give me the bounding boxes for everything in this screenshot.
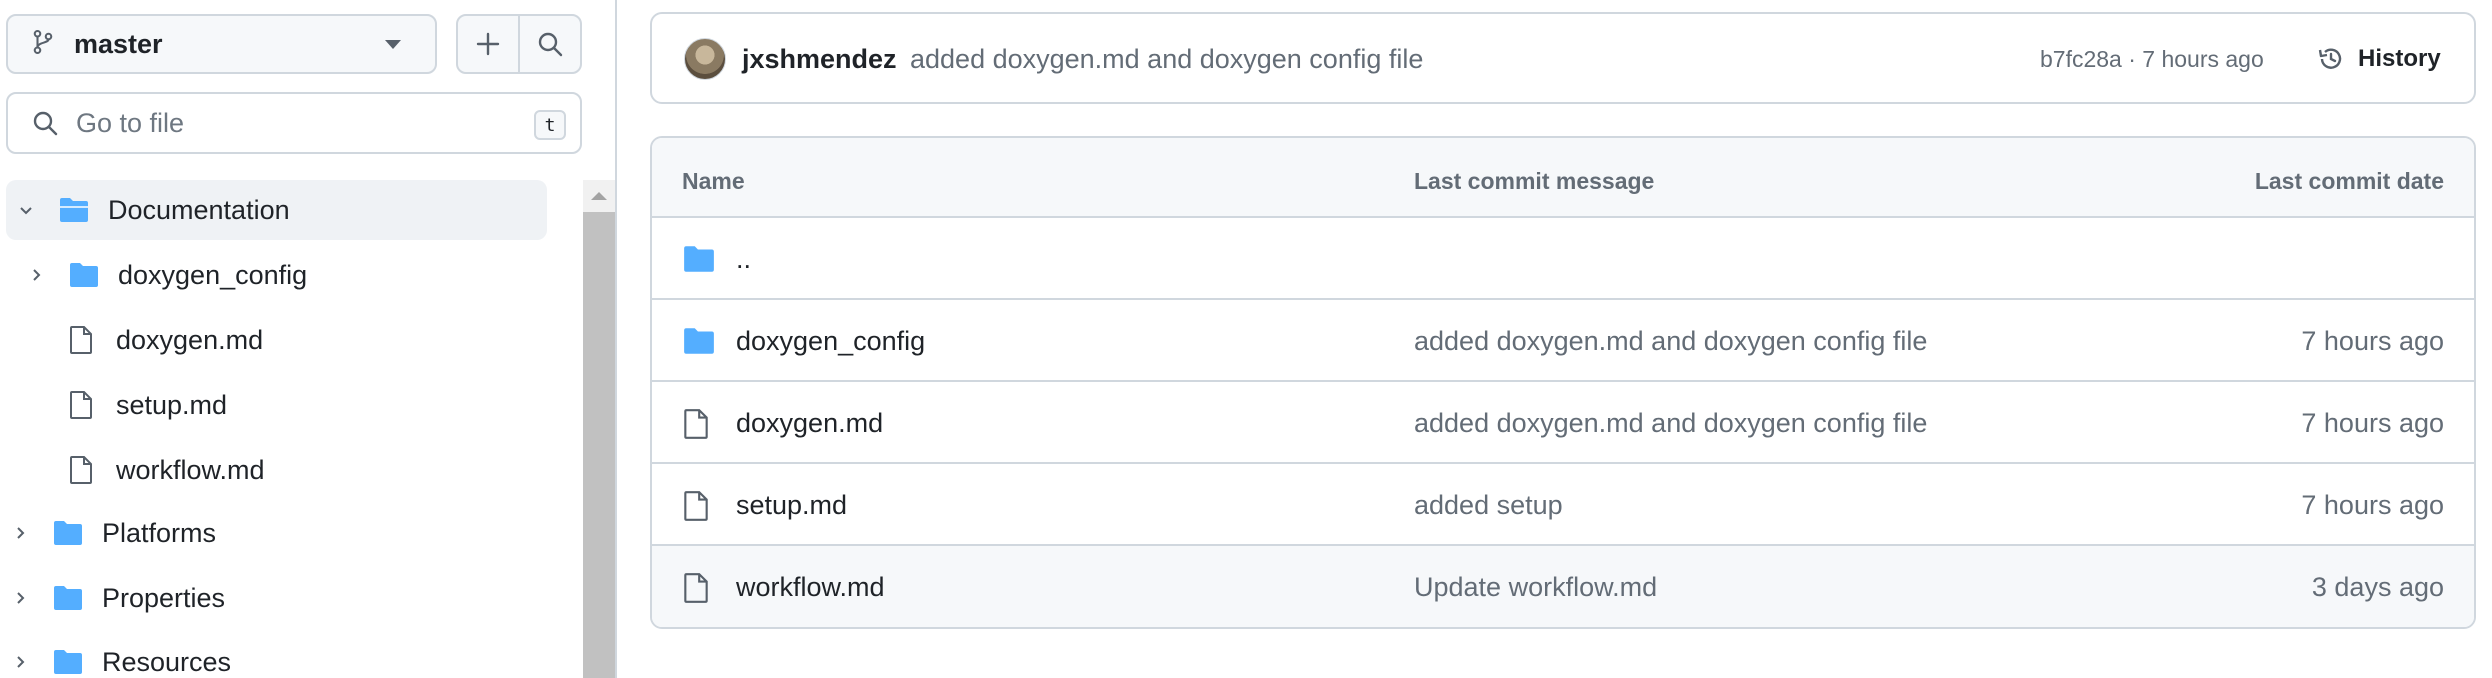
tree-item-label: Platforms (102, 517, 217, 548)
table-row[interactable]: workflow.md Update workflow.md 3 days ag… (652, 546, 2474, 627)
file-icon (682, 490, 710, 527)
branch-selector-button[interactable]: master (6, 14, 437, 74)
commit-message[interactable]: added doxygen.md and doxygen config file (910, 44, 1423, 75)
file-icon (68, 455, 94, 485)
tree-item-label: setup.md (116, 389, 228, 420)
folder-icon (68, 261, 100, 289)
history-label: History (2358, 45, 2441, 72)
chevron-down-icon[interactable] (16, 200, 36, 220)
row-commit-date: 7 hours ago (2301, 490, 2444, 520)
file-table: Name Last commit message Last commit dat… (650, 136, 2476, 629)
table-header: Name Last commit message Last commit dat… (652, 138, 2474, 218)
chevron-right-icon[interactable] (26, 265, 46, 285)
scroll-up-arrow-icon[interactable] (591, 192, 607, 200)
row-name-link[interactable]: setup.md (736, 490, 847, 521)
tree-item-properties[interactable]: Properties (10, 568, 225, 628)
folder-icon (682, 244, 716, 279)
tree-item-label: workflow.md (116, 454, 265, 485)
row-commit-date: 3 days ago (2311, 572, 2444, 602)
plus-icon (476, 32, 500, 56)
folder-icon (682, 326, 716, 361)
row-name-link[interactable]: doxygen.md (736, 408, 883, 439)
column-header-date: Last commit date (2254, 168, 2444, 194)
row-commit-message[interactable]: added doxygen.md and doxygen config file (1414, 326, 1927, 357)
tree-item-doxygen-config[interactable]: doxygen_config (26, 245, 307, 305)
tree-item-resources[interactable]: Resources (10, 632, 231, 678)
chevron-right-icon[interactable] (10, 523, 30, 543)
folder-open-icon (58, 196, 90, 224)
row-commit-message[interactable]: Update workflow.md (1414, 572, 1657, 603)
commit-author[interactable]: jxshmendez (742, 44, 897, 75)
parent-directory-row[interactable]: .. (652, 218, 2474, 300)
tree-item-setup-md[interactable]: setup.md (68, 375, 227, 435)
table-row[interactable]: doxygen.md added doxygen.md and doxygen … (652, 382, 2474, 464)
add-file-button[interactable] (458, 16, 518, 72)
row-commit-date: 7 hours ago (2301, 408, 2444, 438)
chevron-right-icon[interactable] (10, 588, 30, 608)
chevron-down-icon (385, 40, 401, 49)
tree-item-label: Properties (102, 582, 226, 613)
column-header-message: Last commit message (1414, 168, 1655, 194)
search-icon (538, 32, 563, 57)
tree-item-label: Resources (102, 646, 232, 677)
latest-commit-bar: jxshmendez added doxygen.md and doxygen … (650, 12, 2476, 104)
tree-scrollbar-thumb[interactable] (583, 212, 615, 678)
tree-item-platforms[interactable]: Platforms (10, 503, 216, 563)
history-icon (2318, 48, 2342, 69)
git-branch-icon (32, 29, 54, 60)
tree-item-label: doxygen_config (118, 259, 308, 290)
chevron-right-icon[interactable] (10, 652, 30, 672)
tree-item-label: doxygen.md (116, 324, 264, 355)
go-to-file-placeholder: Go to file (76, 107, 185, 138)
keyboard-shortcut-hint: t (534, 110, 566, 140)
avatar[interactable] (684, 38, 726, 80)
search-icon (33, 111, 58, 136)
file-tree-panel: master Go to file t Documentation doxyge… (0, 0, 615, 678)
folder-icon (52, 648, 84, 676)
search-files-button[interactable] (518, 16, 580, 72)
row-name-link[interactable]: doxygen_config (736, 326, 925, 357)
folder-icon (52, 584, 84, 612)
branch-name: master (74, 28, 163, 59)
table-row[interactable]: setup.md added setup 7 hours ago (652, 464, 2474, 546)
folder-icon (52, 519, 84, 547)
tree-item-doxygen-md[interactable]: doxygen.md (68, 310, 263, 370)
panel-divider (615, 0, 617, 678)
column-header-name: Name (682, 168, 745, 194)
parent-directory-link[interactable]: .. (736, 244, 751, 275)
file-icon (682, 408, 710, 445)
commit-sha-time[interactable]: b7fc28a · 7 hours ago (2040, 46, 2264, 73)
file-icon (68, 390, 94, 420)
tree-item-workflow-md[interactable]: workflow.md (68, 440, 265, 500)
row-commit-message[interactable]: added doxygen.md and doxygen config file (1414, 408, 1927, 439)
table-row[interactable]: doxygen_config added doxygen.md and doxy… (652, 300, 2474, 382)
tree-actions (456, 14, 582, 74)
row-name-link[interactable]: workflow.md (736, 572, 885, 603)
file-icon (682, 572, 710, 609)
tree-item-documentation[interactable]: Documentation (6, 180, 547, 240)
tree-item-label: Documentation (108, 194, 290, 225)
file-icon (68, 325, 94, 355)
row-commit-date: 7 hours ago (2301, 326, 2444, 356)
go-to-file-input[interactable]: Go to file t (6, 92, 582, 154)
row-commit-message[interactable]: added setup (1414, 490, 1563, 521)
history-button[interactable]: History (2306, 32, 2451, 86)
